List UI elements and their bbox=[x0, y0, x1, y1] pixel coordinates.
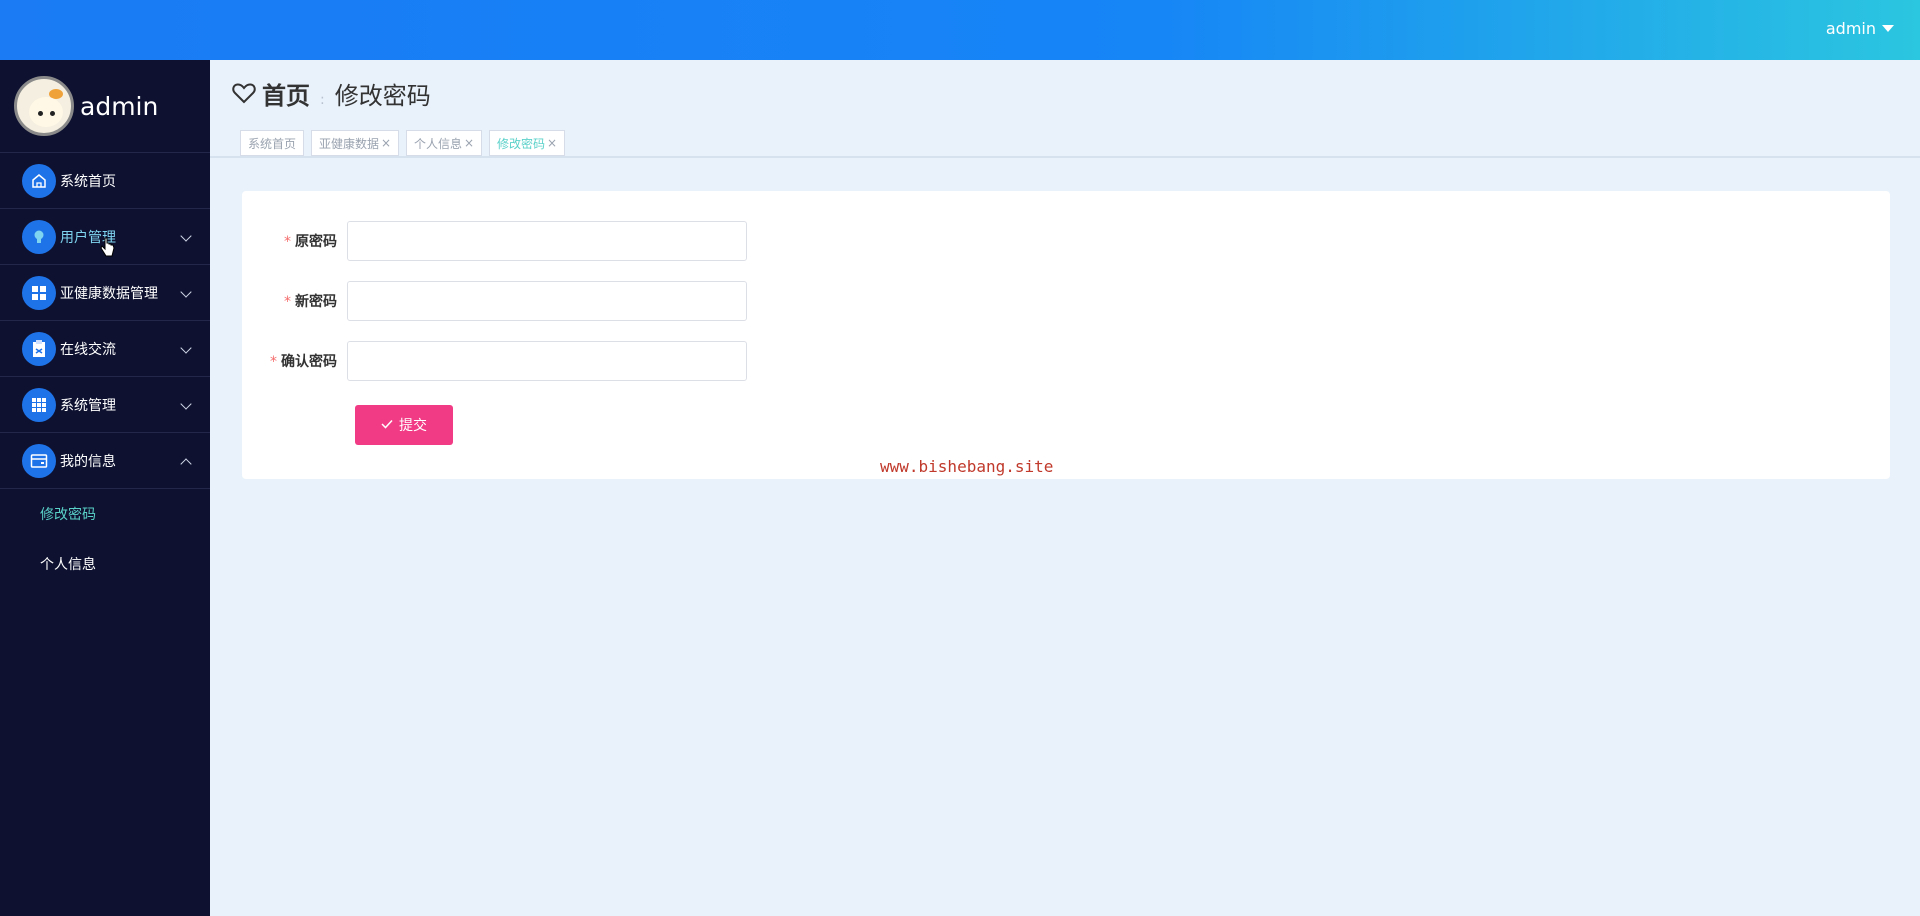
change-password-form: * 原密码 * 新密码 * 确认密码 提交 bbox=[242, 191, 1890, 479]
profile-name: admin bbox=[80, 91, 159, 121]
form-row-confirm-password: * 确认密码 bbox=[242, 341, 747, 381]
lightbulb-icon bbox=[22, 219, 56, 254]
table-icon bbox=[22, 387, 56, 422]
old-password-input[interactable] bbox=[347, 221, 747, 261]
confirm-password-input[interactable] bbox=[347, 341, 747, 381]
sidebar-item-health-data[interactable]: 亚健康数据管理 bbox=[0, 265, 210, 321]
sidebar-item-label: 系统首页 bbox=[60, 173, 116, 190]
home-icon bbox=[22, 163, 56, 198]
submit-button-label: 提交 bbox=[399, 418, 427, 434]
chevron-down-icon bbox=[180, 342, 192, 354]
chevron-down-icon bbox=[180, 286, 192, 298]
chevron-up-icon bbox=[180, 458, 192, 470]
tag-label: 亚健康数据 bbox=[319, 136, 380, 151]
breadcrumb-separator: : bbox=[320, 92, 325, 108]
tag-label: 系统首页 bbox=[248, 136, 297, 151]
new-password-input[interactable] bbox=[347, 281, 747, 321]
tag-change-password[interactable]: 修改密码 × bbox=[489, 130, 566, 156]
sidebar-item-system-management[interactable]: 系统管理 bbox=[0, 377, 210, 433]
tag-label: 修改密码 bbox=[497, 136, 546, 151]
tags-view-bar: 系统首页 亚健康数据 × 个人信息 × 修改密码 × bbox=[210, 124, 1920, 158]
main-content: 首页 : 修改密码 系统首页 亚健康数据 × 个人信息 × 修改密码 × * 原密… bbox=[210, 60, 1920, 916]
submit-button[interactable]: 提交 bbox=[355, 405, 453, 445]
breadcrumb: 首页 : 修改密码 bbox=[232, 76, 431, 111]
grid-icon bbox=[22, 275, 56, 310]
clipboard-icon bbox=[22, 331, 56, 366]
form-row-new-password: * 新密码 bbox=[242, 281, 747, 321]
chevron-down-icon bbox=[180, 398, 192, 410]
tag-health-data[interactable]: 亚健康数据 × bbox=[311, 130, 400, 156]
breadcrumb-home[interactable]: 首页 bbox=[262, 76, 310, 111]
sidebar-item-label: 亚健康数据管理 bbox=[60, 285, 158, 302]
check-icon bbox=[381, 417, 393, 433]
close-icon[interactable]: × bbox=[381, 136, 391, 150]
sidebar-item-home[interactable]: 系统首页 bbox=[0, 153, 210, 209]
sidebar-subitem-personal-info[interactable]: 个人信息 bbox=[0, 539, 210, 589]
tag-personal-info[interactable]: 个人信息 × bbox=[406, 130, 483, 156]
user-dropdown-label: admin bbox=[1825, 19, 1876, 38]
user-dropdown[interactable]: admin bbox=[1826, 19, 1894, 38]
close-icon[interactable]: × bbox=[464, 136, 474, 150]
sidebar: admin 系统首页 用户管理 亚健康数据管理 在线交流 系统管理 我的信息 修… bbox=[0, 60, 210, 916]
sidebar-item-label: 我的信息 bbox=[60, 453, 116, 470]
sidebar-subitem-change-password[interactable]: 修改密码 bbox=[0, 489, 210, 539]
card-icon bbox=[22, 443, 56, 478]
breadcrumb-current: 修改密码 bbox=[334, 82, 431, 110]
new-password-label: * 新密码 bbox=[284, 294, 337, 310]
sidebar-item-online-chat[interactable]: 在线交流 bbox=[0, 321, 210, 377]
tag-label: 个人信息 bbox=[414, 136, 463, 151]
old-password-label: * 原密码 bbox=[284, 234, 337, 250]
sidebar-profile: admin bbox=[0, 60, 210, 153]
close-icon[interactable]: × bbox=[547, 136, 557, 150]
sidebar-item-label: 在线交流 bbox=[60, 341, 116, 358]
sidebar-item-my-info[interactable]: 我的信息 bbox=[0, 433, 210, 489]
caret-down-icon bbox=[1882, 25, 1894, 32]
watermark-text: www.bishebang.site bbox=[880, 457, 1054, 476]
sidebar-item-label: 系统管理 bbox=[60, 397, 116, 414]
tag-home[interactable]: 系统首页 bbox=[240, 130, 305, 156]
mouse-cursor-icon bbox=[100, 237, 116, 264]
top-header-bar: admin bbox=[0, 0, 1920, 60]
form-row-old-password: * 原密码 bbox=[242, 221, 747, 261]
confirm-password-label: * 确认密码 bbox=[270, 354, 337, 370]
avatar bbox=[14, 76, 74, 136]
heart-icon bbox=[232, 82, 256, 108]
chevron-down-icon bbox=[180, 230, 192, 242]
